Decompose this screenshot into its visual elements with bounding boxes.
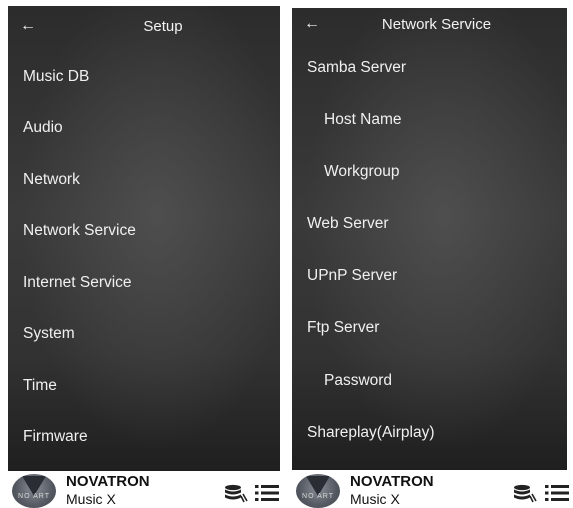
player-bar: NO ART NOVATRON Music X	[8, 472, 280, 508]
menu-item-music-db[interactable]: Music DB	[23, 66, 89, 88]
setup-screen: ← Setup Music DB Audio Network Network S…	[8, 6, 280, 471]
menu-item-samba-server[interactable]: Samba Server	[307, 57, 406, 79]
brand-subtitle: Music X	[66, 491, 116, 507]
logo-text: NO ART	[18, 493, 50, 500]
brand-subtitle: Music X	[350, 491, 400, 507]
menu-item-shareplay-airplay[interactable]: Shareplay(Airplay)	[307, 422, 435, 444]
menu-item-time[interactable]: Time	[23, 375, 57, 397]
menu-item-workgroup[interactable]: Workgroup	[324, 161, 400, 183]
menu-item-upnp-server[interactable]: UPnP Server	[307, 265, 397, 287]
menu-item-ftp-server[interactable]: Ftp Server	[307, 317, 379, 339]
menu-item-system[interactable]: System	[23, 323, 75, 345]
novatron-logo: NO ART	[296, 474, 340, 508]
menu-item-firmware[interactable]: Firmware	[23, 426, 88, 448]
novatron-logo: NO ART	[12, 474, 56, 508]
network-service-screen: ← Network Service Samba Server Host Name…	[292, 8, 567, 470]
menu-item-password[interactable]: Password	[324, 370, 392, 392]
menu-item-network[interactable]: Network	[23, 169, 80, 191]
page-title: Network Service	[381, 16, 492, 33]
brand-name: NOVATRON	[350, 473, 434, 490]
brand-name: NOVATRON	[66, 473, 150, 490]
menu-item-internet-service[interactable]: Internet Service	[23, 272, 132, 294]
network-service-header: ← Network Service	[292, 8, 567, 48]
database-icon[interactable]	[513, 484, 537, 504]
menu-item-web-server[interactable]: Web Server	[307, 213, 389, 235]
page-title: Setup	[143, 18, 183, 35]
logo-text: NO ART	[302, 493, 334, 500]
menu-item-audio[interactable]: Audio	[23, 117, 63, 139]
setup-header: ← Setup	[8, 6, 280, 46]
menu-item-network-service[interactable]: Network Service	[23, 220, 136, 242]
menu-item-host-name[interactable]: Host Name	[324, 109, 402, 131]
player-bar: NO ART NOVATRON Music X	[292, 472, 573, 508]
list-menu-icon[interactable]	[255, 484, 279, 502]
list-menu-icon[interactable]	[545, 484, 569, 502]
back-arrow-icon[interactable]: ←	[20, 16, 36, 36]
database-icon[interactable]	[224, 484, 248, 504]
